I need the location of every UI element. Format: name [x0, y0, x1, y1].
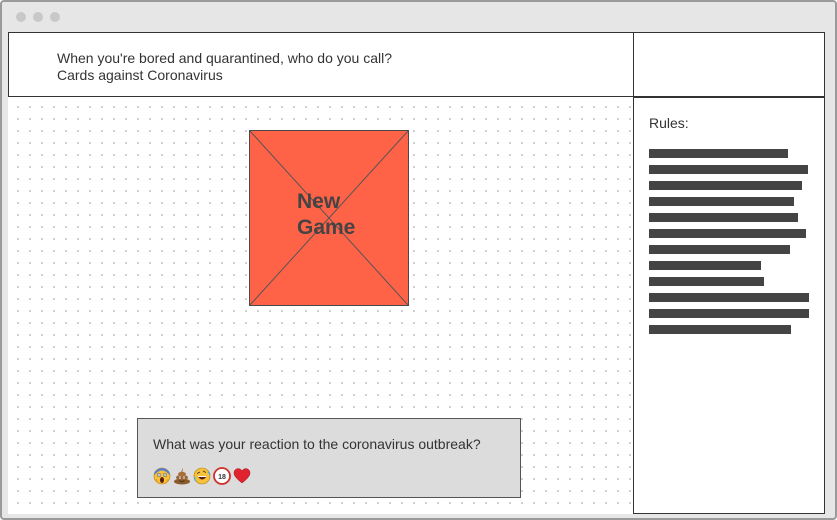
rules-text-placeholder-line — [649, 325, 791, 334]
reaction-poll: What was your reaction to the coronaviru… — [137, 418, 521, 498]
rules-text-placeholder-line — [649, 293, 809, 302]
main-canvas: New Game What was your reaction to the c… — [8, 97, 634, 514]
rules-text-placeholder-line — [649, 309, 809, 318]
rules-text-placeholder-line — [649, 245, 790, 254]
header-corner-box — [633, 32, 825, 97]
window-close-dot[interactable] — [16, 12, 26, 22]
pile-of-poo-emoji[interactable] — [173, 467, 191, 485]
rules-text-placeholder-line — [649, 229, 806, 238]
reaction-emoji-row: 18 — [153, 467, 251, 485]
new-game-button[interactable]: New Game — [249, 130, 409, 306]
header-title: Cards against Coronavirus — [57, 67, 223, 83]
rules-text-placeholder-line — [649, 149, 788, 158]
rules-text-placeholder-line — [649, 181, 802, 190]
rules-sidebar: Rules: — [633, 97, 825, 514]
rolling-laughing-emoji[interactable] — [193, 467, 211, 485]
page-content: When you're bored and quarantined, who d… — [8, 32, 825, 514]
window-titlebar — [2, 2, 835, 32]
rules-text-placeholder-line — [649, 277, 764, 286]
window-minimize-dot[interactable] — [33, 12, 43, 22]
browser-window: When you're bored and quarantined, who d… — [0, 0, 837, 520]
svg-text:18: 18 — [218, 474, 226, 481]
new-game-label-line2: Game — [297, 216, 356, 239]
rules-text-placeholder-line — [649, 261, 761, 270]
new-game-label: New Game — [297, 189, 377, 241]
poll-question: What was your reaction to the coronaviru… — [153, 436, 481, 452]
red-heart-emoji[interactable] — [233, 467, 251, 485]
window-maximize-dot[interactable] — [50, 12, 60, 22]
screaming-face-emoji[interactable] — [153, 467, 171, 485]
rules-text-placeholder-line — [649, 165, 808, 174]
page-header: When you're bored and quarantined, who d… — [8, 32, 634, 97]
header-tagline: When you're bored and quarantined, who d… — [57, 50, 393, 66]
no-under-18-emoji[interactable]: 18 — [213, 467, 231, 485]
new-game-label-line1: New — [297, 190, 341, 213]
rules-title: Rules: — [649, 115, 689, 131]
rules-text-placeholder-line — [649, 213, 798, 222]
rules-text-placeholder-line — [649, 197, 794, 206]
